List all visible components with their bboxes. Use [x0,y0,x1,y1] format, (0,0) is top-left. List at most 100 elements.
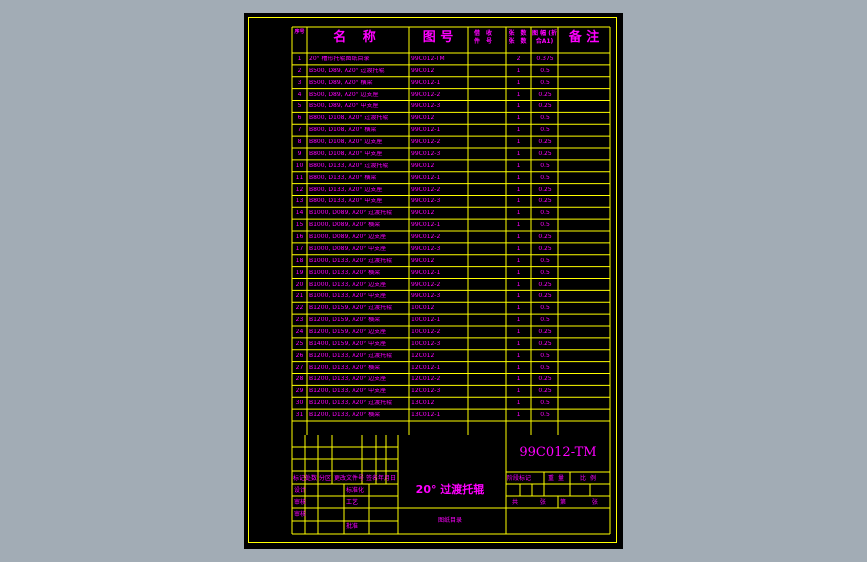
row-size: 0.5 [540,67,550,74]
row-name: B1200, D133, λ20° 边支座 [309,376,387,383]
row-name: B1200, D159, λ20° 过渡托辊 [309,305,393,312]
header-remark: 备 注 [568,30,600,45]
row-drawing-no: 99C012-2 [411,91,441,98]
rev-header-mark: 标记 [293,475,306,482]
row-name: B1000, D133, λ20° 边支座 [309,281,387,288]
row-name: B1200, D159, λ20° 横梁 [309,317,381,324]
row-size: 0.5 [540,257,550,264]
row-qty: 1 [516,234,521,241]
label-stage-mark: 阶段标记 [507,475,532,482]
row-size: 0.25 [538,293,552,300]
row-size: 0.25 [538,150,552,157]
row-qty: 1 [516,376,521,383]
row-qty: 1 [516,293,521,300]
row-name: B1000, D089, λ20° 横梁 [309,222,381,229]
row-seq: 19 [295,269,304,276]
label-check: 审核 [294,499,307,506]
row-name: B1200, D133, λ20° 中支座 [309,388,387,395]
header-name: 名 称 [333,30,382,45]
row-qty: 1 [516,67,521,74]
rev-header-zone: 分区 [319,475,332,482]
row-seq: 31 [295,412,304,419]
row-size: 0.25 [538,139,552,146]
label-sheets-total: 共 张 [512,499,556,506]
row-size: 0.25 [538,388,552,395]
row-drawing-no: 99C012-1 [411,222,441,229]
row-seq: 24 [295,329,304,335]
row-drawing-no: 13C012-1 [411,412,441,419]
row-qty: 1 [516,305,521,312]
rev-header-count: 处数 [305,475,318,482]
row-seq: 4 [297,91,302,98]
row-drawing-no: 12C012 [411,352,435,359]
row-size: 0.25 [538,281,552,288]
row-drawing-no: 99C012-1 [411,127,441,134]
row-size: 0.5 [540,174,550,181]
row-name: B800, D108, λ20° 过渡托辊 [309,115,389,122]
row-drawing-no: 99C012 [411,210,435,217]
row-qty: 1 [516,162,521,169]
row-size: 0.5 [540,162,550,169]
row-size: 0.25 [538,329,552,335]
row-qty: 1 [516,364,521,371]
row-qty: 1 [516,150,521,157]
row-drawing-no: 99C012-1 [411,174,441,181]
row-size: 0.25 [538,340,552,347]
row-drawing-no: 99C012-3 [411,198,441,205]
row-size: 0.5 [540,352,550,359]
row-drawing-no: 99C012 [411,115,435,122]
row-name: B1000, D133, λ20° 横梁 [309,269,381,276]
row-seq: 6 [297,115,302,122]
row-drawing-no: 99C012-2 [411,234,441,241]
row-name: B1000, D089, λ20° 过渡托辊 [309,210,393,217]
row-seq: 17 [295,245,304,252]
row-qty: 1 [516,388,521,395]
row-name: B800, D108, λ20° 横梁 [309,127,377,134]
header-qty: 张 数 张 数 [508,30,529,45]
row-qty: 1 [516,91,521,98]
header-drawing-no: 图 号 [422,30,454,45]
row-seq: 29 [295,388,304,395]
row-name: B500, D89, λ20° 边支座 [309,91,379,98]
row-qty: 1 [516,79,521,86]
row-size: 0.5 [540,400,550,407]
label-sheet-no: 第 张 [560,499,610,506]
row-size: 0.5 [540,115,550,122]
header-size: 图 幅 (折合A1) [532,30,557,45]
row-size: 0.25 [538,198,552,205]
row-drawing-no: 12C012-3 [411,388,441,395]
row-drawing-no: 99C012-1 [411,269,441,276]
row-drawing-no: 99C012-2 [411,139,441,146]
header-borrow: 借 收 件 号 [473,30,495,45]
row-size: 0.375 [536,56,554,62]
row-seq: 27 [295,364,304,371]
row-seq: 15 [295,222,304,229]
row-qty: 1 [516,281,521,288]
row-qty: 1 [516,329,521,335]
label-review: 审核 [294,511,307,518]
row-name: B800, D133, λ20° 过渡托辊 [309,162,389,169]
row-seq: 22 [295,305,304,312]
row-name: B800, D133, λ20° 横梁 [309,174,377,181]
row-name: B1200, D133, λ20° 过渡托辊 [309,400,393,407]
row-seq: 21 [295,293,304,300]
rev-header-date: 年月日 [378,475,397,482]
row-qty: 1 [516,317,521,324]
row-size: 0.5 [540,127,550,134]
row-seq: 7 [297,127,302,134]
row-seq: 28 [295,376,304,383]
rev-header-sign: 签名 [366,475,379,482]
label-approve: 批准 [346,523,359,530]
row-seq: 2 [297,67,302,74]
row-size: 0.5 [540,412,550,419]
row-drawing-no: 99C012 [411,67,435,74]
row-name: B800, D133, λ20° 中支座 [309,198,383,205]
title-part-name: 20° 过渡托辊 [415,483,485,496]
row-qty: 1 [516,222,521,229]
row-qty: 1 [516,127,521,134]
row-drawing-no: 12C012-1 [411,364,441,371]
row-seq: 12 [295,186,304,193]
row-qty: 1 [516,103,521,110]
row-qty: 1 [516,115,521,122]
row-seq: 30 [295,400,304,407]
